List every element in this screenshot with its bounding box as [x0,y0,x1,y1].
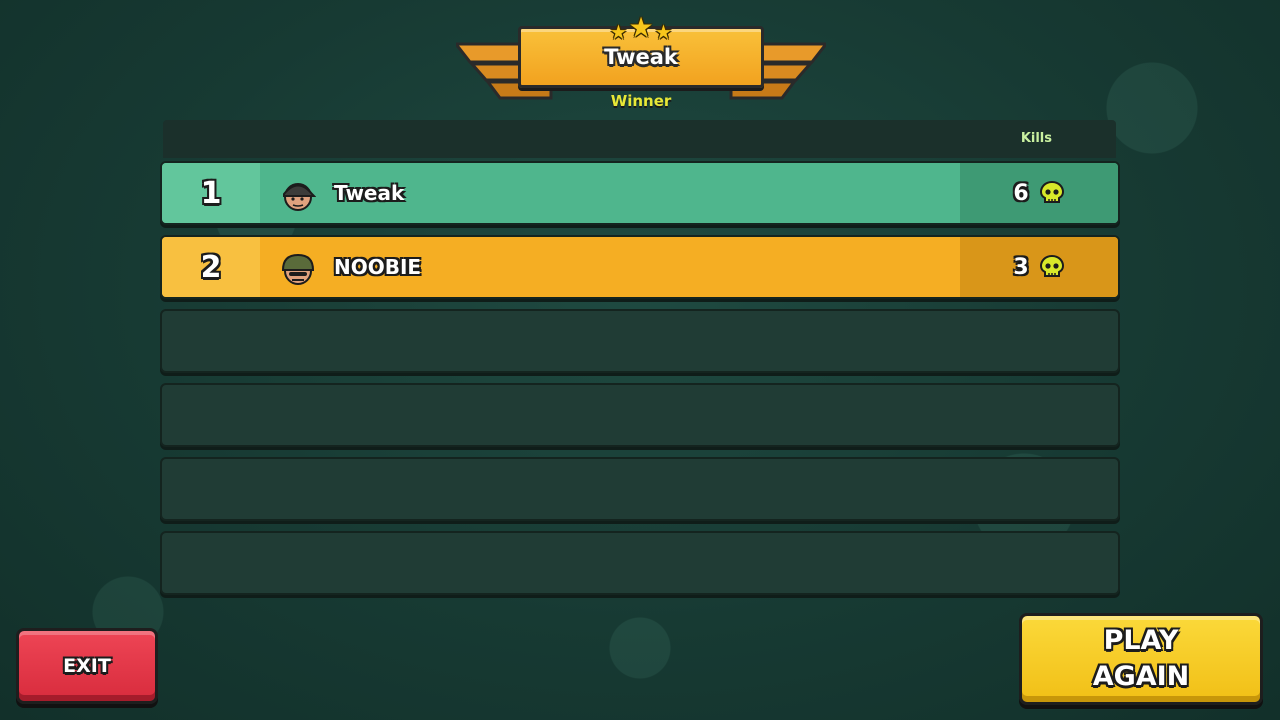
scoreboard-row: 2 NOOBIE 3 [160,235,1120,299]
kills-cell: 3 [960,237,1118,297]
empty-row [160,309,1120,373]
winner-banner: Tweak ★ ★ ★ Winner [452,8,830,110]
empty-row [160,383,1120,447]
rank-cell: 2 [162,237,260,297]
skull-icon [1039,254,1064,277]
skull-icon [1039,180,1064,203]
player-name: Tweak [334,181,405,205]
star-rating: ★ ★ ★ [604,10,678,44]
winner-label: Winner [610,92,672,110]
soldier-cap-avatar [280,177,317,213]
scoreboard-row: 1 Tweak 6 [160,161,1120,225]
play-again-label-line2: AGAIN [1092,661,1190,692]
soldier-helmet-avatar [280,251,316,287]
empty-row [160,457,1120,521]
empty-row [160,531,1120,595]
rank-cell: 1 [162,163,260,223]
play-again-label-line1: PLAY [1103,625,1179,656]
kills-column-header: Kills [1020,131,1052,146]
exit-button-label: EXIT [63,655,111,677]
scoreboard-header: Kills [163,120,1116,158]
exit-button[interactable]: EXIT [16,628,158,704]
kill-count: 3 [1013,254,1029,280]
star-icon: ★ [628,11,654,44]
player-name: NOOBIE [334,255,422,279]
kill-count: 6 [1013,180,1029,206]
kills-cell: 6 [960,163,1118,223]
star-icon: ★ [654,20,673,44]
play-again-button[interactable]: PLAY AGAIN [1019,613,1263,705]
winner-name: Tweak [604,45,678,69]
star-icon: ★ [609,20,628,44]
